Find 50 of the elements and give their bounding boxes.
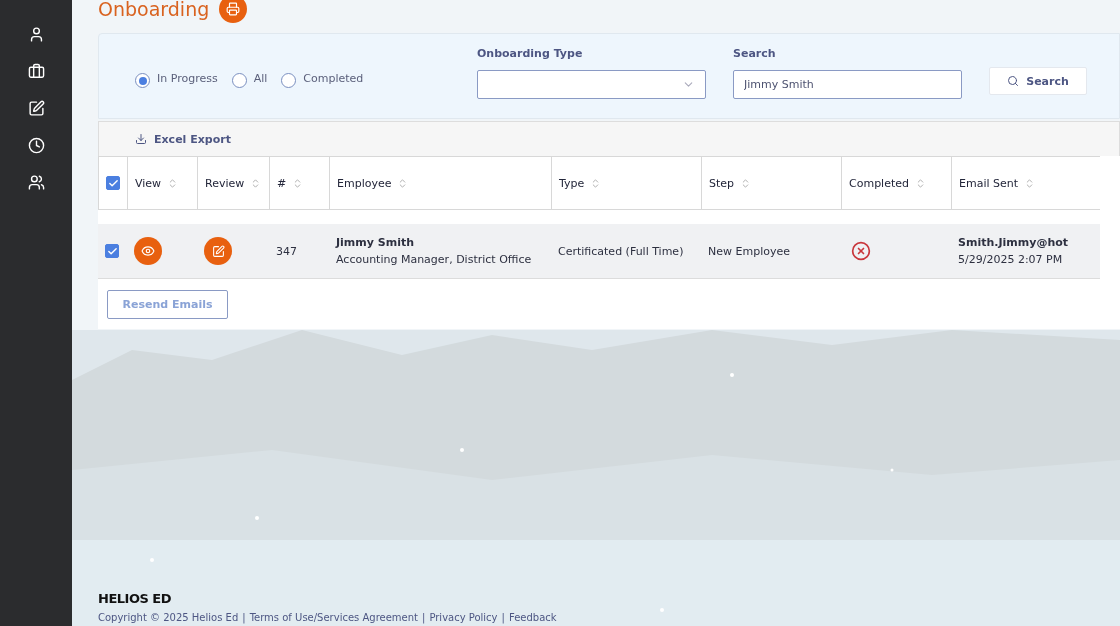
radio-button[interactable]: [231, 73, 247, 88]
field-label: Search: [733, 47, 777, 60]
column-header[interactable]: Step: [709, 176, 735, 190]
table-cell-text: Certificated (Full Time): [558, 244, 685, 258]
column-header[interactable]: Review: [205, 176, 245, 190]
search-icon: [1007, 75, 1020, 87]
radio-button[interactable]: [281, 73, 297, 88]
column-header[interactable]: Completed: [849, 176, 909, 190]
separator: |: [242, 612, 246, 623]
employee-title: Accounting Manager, District Office: [336, 253, 533, 266]
email-date: 5/29/2025 2:07 PM: [958, 253, 1064, 266]
column-header[interactable]: Type: [559, 176, 585, 190]
footer-link[interactable]: Terms of Use/Services Agreement: [249, 612, 418, 623]
search-button[interactable]: Search: [989, 67, 1087, 95]
separator: |: [422, 612, 426, 623]
field-label: Onboarding Type: [477, 47, 584, 60]
column-header[interactable]: View: [135, 176, 162, 190]
checkbox[interactable]: [105, 244, 119, 258]
status-radio[interactable]: Completed: [281, 68, 364, 88]
footer-link[interactable]: Privacy Policy: [429, 612, 498, 623]
edit-icon: [211, 244, 225, 258]
briefcase-icon[interactable]: [27, 63, 45, 80]
clock-icon[interactable]: [27, 137, 45, 154]
table-cell-text: 347: [276, 244, 298, 258]
separator: |: [501, 612, 505, 623]
review-button[interactable]: [204, 237, 232, 265]
export-button[interactable]: Excel Export: [135, 132, 231, 146]
footer-link[interactable]: Feedback: [508, 612, 557, 623]
status-radio[interactable]: All: [231, 68, 268, 88]
download-icon: [135, 133, 147, 145]
brand-logo: HELIOS ED: [98, 591, 172, 606]
table-cell-text: New Employee: [708, 244, 791, 258]
checkbox[interactable]: [106, 176, 120, 190]
eye-icon: [141, 244, 155, 258]
search-field[interactable]: Jimmy Smith: [733, 70, 962, 99]
radio-button[interactable]: [135, 73, 150, 88]
printer-icon: [226, 2, 241, 16]
users-icon[interactable]: [27, 174, 45, 191]
edit-icon[interactable]: [27, 100, 45, 117]
view-button[interactable]: [134, 237, 162, 265]
page-title: Onboarding: [98, 0, 210, 20]
status-radio[interactable]: In Progress: [135, 68, 218, 88]
column-header[interactable]: Employee: [337, 176, 392, 190]
copyright-text: Copyright © 2025 Helios Ed: [98, 612, 239, 623]
sort-icon[interactable]: [915, 177, 926, 189]
type-select[interactable]: [477, 70, 706, 99]
column-header[interactable]: #: [277, 176, 287, 190]
email-address: Smith.Jimmy@hot: [958, 236, 1070, 249]
employee-name: Jimmy Smith: [336, 236, 416, 249]
column-header[interactable]: Email Sent: [959, 176, 1019, 190]
